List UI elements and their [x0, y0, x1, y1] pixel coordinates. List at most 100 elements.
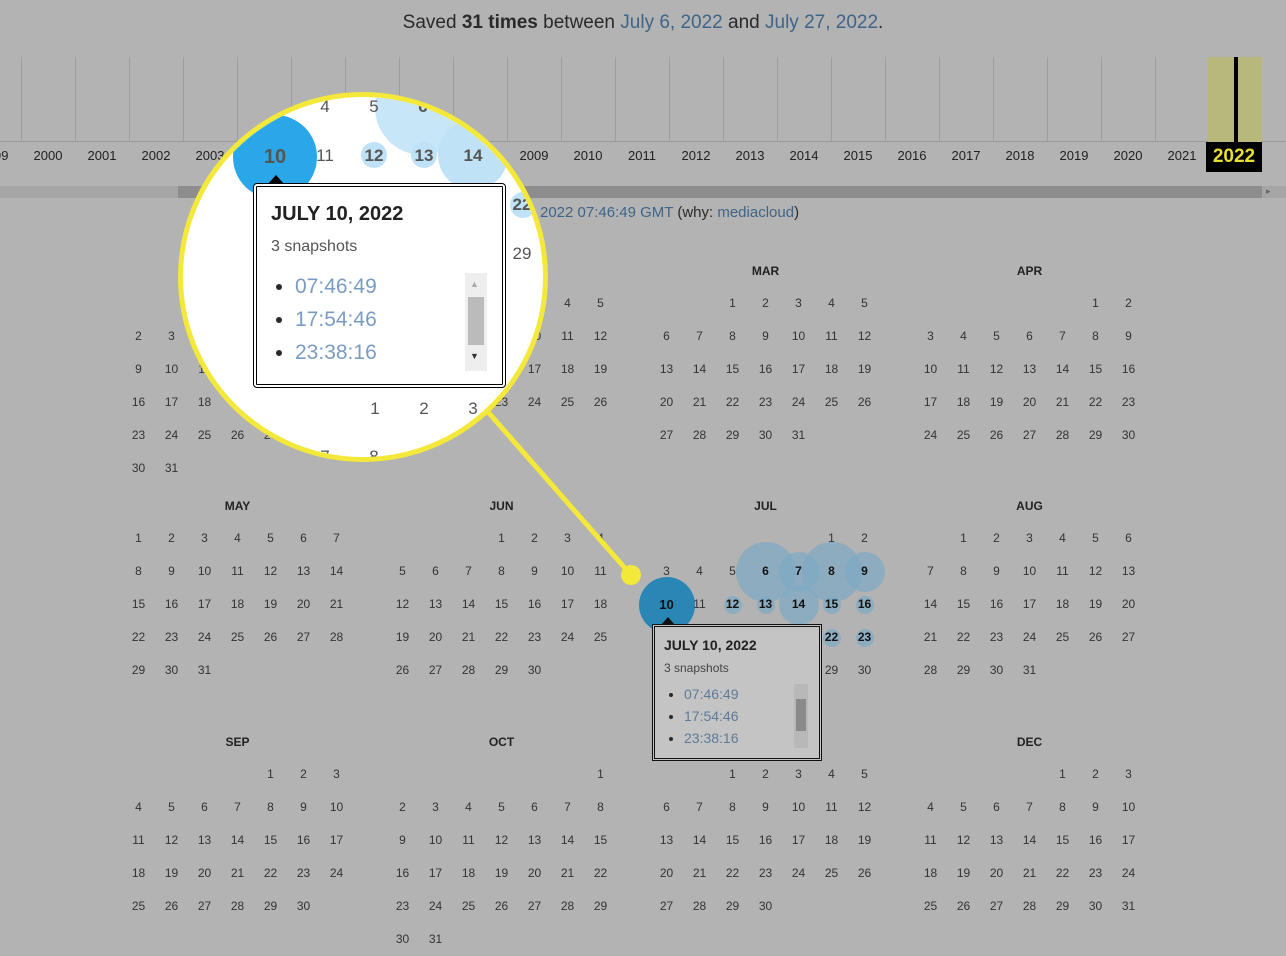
calendar-day: 8	[498, 564, 505, 578]
year-label[interactable]: 1999	[0, 148, 21, 163]
year-label[interactable]: 2014	[777, 148, 831, 163]
year-column[interactable]	[777, 57, 831, 142]
calendar-day: 15	[725, 362, 740, 376]
snapshot-link[interactable]: 23:38:16	[684, 730, 739, 746]
snapshot-link[interactable]: 17:54:46	[684, 708, 739, 724]
summary-and: and	[728, 12, 760, 33]
month-title: JUL	[754, 499, 777, 513]
year-column[interactable]	[561, 57, 615, 142]
calendar-day[interactable]: 16	[848, 588, 881, 621]
calendar-day: 16	[758, 362, 773, 376]
why-suffix: )	[794, 204, 800, 221]
calendar-day: 25	[956, 428, 971, 442]
tooltip-scroll-thumb[interactable]	[796, 699, 806, 731]
calendar-day: 27	[527, 899, 542, 913]
calendar-day[interactable]: 23	[848, 621, 881, 654]
year-label[interactable]: 2002	[129, 148, 183, 163]
year-column[interactable]	[21, 57, 75, 142]
year-column[interactable]	[885, 57, 939, 142]
calendar-day: 14	[329, 564, 344, 578]
year-label[interactable]: 2020	[1101, 148, 1155, 163]
calendar-day[interactable]: 6	[749, 555, 782, 588]
scroll-down-icon[interactable]: ▼	[470, 351, 479, 361]
scroll-right-arrow-icon[interactable]: ▸	[1266, 186, 1271, 197]
calendar-day: 29	[725, 428, 740, 442]
year-column[interactable]	[1047, 57, 1101, 142]
mag-day[interactable]: 12	[354, 146, 394, 166]
calendar-day: 4	[234, 531, 241, 545]
year-label[interactable]: 2016	[885, 148, 939, 163]
why-prefix: (why:	[677, 204, 714, 221]
year-column[interactable]	[0, 57, 21, 142]
calendar-day: 8	[729, 800, 736, 814]
year-column[interactable]	[939, 57, 993, 142]
mag-day[interactable]: 14	[453, 146, 493, 166]
year-label[interactable]: 2013	[723, 148, 777, 163]
calendar-day: 2	[399, 800, 406, 814]
why-link[interactable]: mediacloud	[717, 204, 794, 221]
calendar-day: 4	[465, 800, 472, 814]
calendar-day: 19	[857, 833, 872, 847]
calendar-day: 18	[923, 866, 938, 880]
calendar-day: 19	[263, 597, 278, 611]
mag-day: 3	[468, 399, 478, 418]
selected-year-label[interactable]: 2022	[1206, 142, 1262, 172]
year-label[interactable]: 2015	[831, 148, 885, 163]
calendar-day: 22	[263, 866, 278, 880]
calendar-day[interactable]: 8	[815, 555, 848, 588]
year-label[interactable]: 2017	[939, 148, 993, 163]
year-column[interactable]	[129, 57, 183, 142]
mag-day: 11	[316, 146, 334, 165]
calendar-day: 11	[1056, 564, 1069, 578]
calendar-day: 12	[857, 800, 872, 814]
year-label[interactable]: 2000	[21, 148, 75, 163]
calendar-day: 5	[861, 767, 868, 781]
first-capture-link[interactable]: July 6, 2022	[620, 12, 722, 33]
year-column[interactable]	[993, 57, 1047, 142]
calendar-day: 11	[957, 362, 970, 376]
calendar-day: 24	[923, 428, 938, 442]
year-label[interactable]: 2011	[615, 148, 669, 163]
calendar-day[interactable]: 14	[782, 588, 815, 621]
year-label[interactable]: 2019	[1047, 148, 1101, 163]
mag-day[interactable]: 22	[502, 195, 542, 215]
year-label[interactable]: 2012	[669, 148, 723, 163]
year-label[interactable]: 2021	[1155, 148, 1209, 163]
year-column[interactable]	[669, 57, 723, 142]
snapshot-link[interactable]: 07:46:49	[295, 275, 377, 298]
calendar-day: 9	[531, 564, 538, 578]
calendar-day: 24	[428, 899, 443, 913]
snapshot-link[interactable]: 23:38:16	[295, 341, 377, 364]
calendar-day: 24	[1121, 866, 1136, 880]
calendar-day: 22	[725, 395, 740, 409]
calendar-day[interactable]: 9	[848, 555, 881, 588]
calendar-day[interactable]: 12	[716, 588, 749, 621]
capture-time-link[interactable]: 2022 07:46:49 GMT	[540, 204, 673, 221]
calendar-day: 23	[989, 630, 1004, 644]
mag-day[interactable]: 13	[404, 146, 444, 166]
mag-day-selected[interactable]: 10	[255, 146, 295, 169]
year-column[interactable]	[831, 57, 885, 142]
year-column[interactable]	[723, 57, 777, 142]
calendar-day: 23	[164, 630, 179, 644]
calendar-day: 12	[956, 833, 971, 847]
calendar-day: 5	[399, 564, 406, 578]
calendar-day: 1	[498, 531, 505, 545]
year-column[interactable]	[1155, 57, 1209, 142]
calendar-day: 20	[659, 395, 674, 409]
last-capture-link[interactable]: July 27, 2022	[765, 12, 878, 33]
year-label[interactable]: 2001	[75, 148, 129, 163]
calendar-day[interactable]: 15	[815, 588, 848, 621]
calendar-day[interactable]: 13	[749, 588, 782, 621]
year-column[interactable]	[75, 57, 129, 142]
calendar-day: 26	[593, 395, 608, 409]
year-label[interactable]: 2018	[993, 148, 1047, 163]
year-column[interactable]	[615, 57, 669, 142]
tooltip-scroll-thumb[interactable]	[468, 297, 484, 345]
scroll-up-icon[interactable]: ▲	[470, 279, 479, 289]
snapshot-link[interactable]: 07:46:49	[684, 686, 739, 702]
calendar-day: 15	[956, 597, 971, 611]
year-label[interactable]: 2010	[561, 148, 615, 163]
year-column[interactable]	[1101, 57, 1155, 142]
snapshot-link[interactable]: 17:54:46	[295, 308, 377, 331]
